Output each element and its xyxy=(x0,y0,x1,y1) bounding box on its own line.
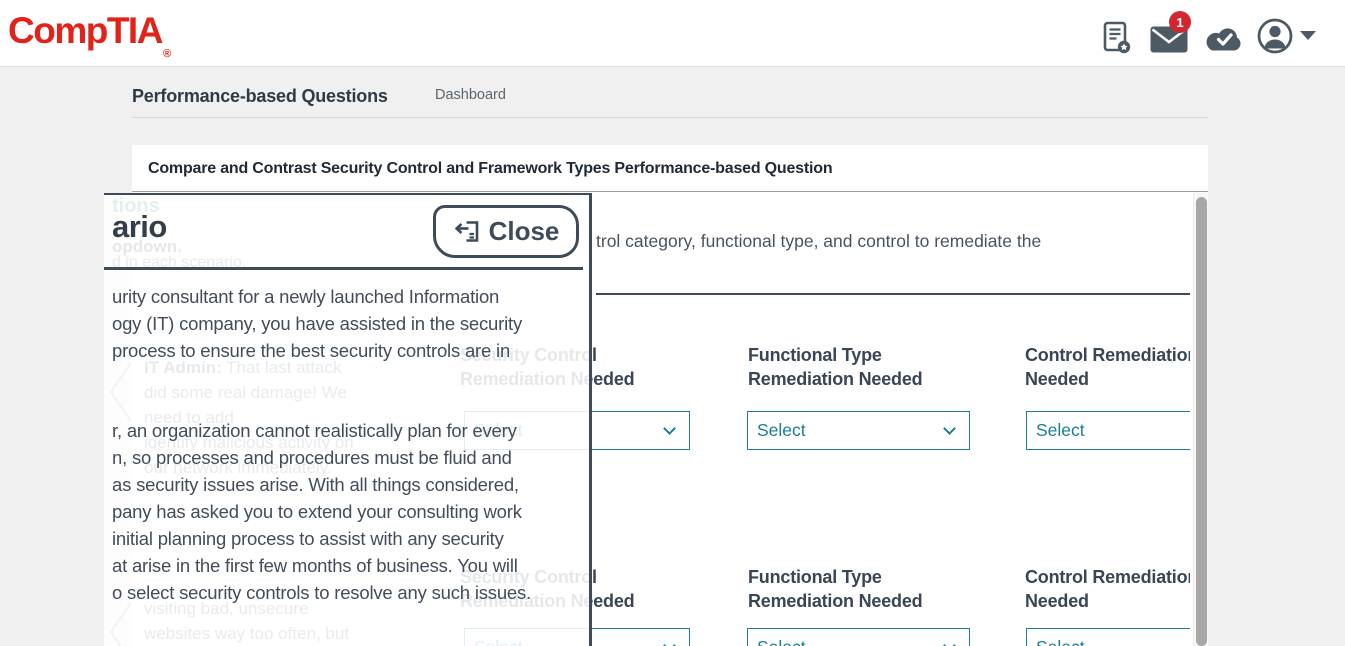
column-header-functional-type: Functional Type Remediation Needed xyxy=(748,343,922,391)
scrollbar-track[interactable] xyxy=(1193,193,1208,646)
scenario-line: process to ensure the best security cont… xyxy=(112,337,584,364)
header-line: Control Remediation xyxy=(1025,343,1190,367)
scenario-line: initial planning process to assist with … xyxy=(112,525,584,552)
close-button[interactable]: Close xyxy=(433,205,579,258)
select-dropdown-functional-type-1[interactable]: Select xyxy=(747,411,970,450)
scenario-line: n, so processes and procedures must be f… xyxy=(112,444,584,471)
scenario-modal: ario Close urity consultant for a newly … xyxy=(104,193,592,646)
scenario-modal-title: ario xyxy=(112,209,167,245)
logo-text: CompTIA xyxy=(8,10,162,51)
cloud-check-icon[interactable] xyxy=(1204,26,1244,52)
instructions-text: trol category, functional type, and cont… xyxy=(596,231,1041,252)
column-header-control-remediation: Control Remediation Needed xyxy=(1025,565,1190,613)
scenario-line: o select security controls to resolve an… xyxy=(112,579,584,606)
close-button-label: Close xyxy=(489,216,560,247)
app-header: CompTIA® 1 xyxy=(0,0,1345,67)
header-line: Functional Type xyxy=(748,565,922,589)
chevron-down-icon xyxy=(663,639,676,646)
scrollbar-thumb[interactable] xyxy=(1196,197,1207,646)
header-line: Functional Type xyxy=(748,343,922,367)
modal-header-divider xyxy=(104,267,583,270)
logo-registered-mark: ® xyxy=(163,48,170,60)
select-dropdown-control-remediation-1[interactable]: Select xyxy=(1026,411,1190,450)
select-value: Select xyxy=(1036,637,1085,646)
scenario-line: pany has asked you to extend your consul… xyxy=(112,498,584,525)
account-menu-caret[interactable] xyxy=(1300,31,1316,40)
header-line: Needed xyxy=(1025,367,1190,391)
scenario-text: urity consultant for a newly launched In… xyxy=(112,283,584,606)
scenario-line: ogy (IT) company, you have assisted in t… xyxy=(112,310,584,337)
header-line: Needed xyxy=(1025,589,1190,613)
select-dropdown-functional-type-2[interactable]: Select xyxy=(747,628,970,646)
section-divider xyxy=(596,293,1190,295)
chevron-down-icon xyxy=(943,422,956,435)
header-line: Remediation Needed xyxy=(748,589,922,613)
scenario-line: as security issues arise. With all thing… xyxy=(112,471,584,498)
chevron-down-icon xyxy=(943,639,956,646)
scenario-line: r, an organization cannot realistically … xyxy=(112,417,584,444)
question-card-title: Compare and Contrast Security Control an… xyxy=(148,160,832,178)
scenario-line: at arise in the first few months of busi… xyxy=(112,552,584,579)
card-title-divider xyxy=(132,191,1208,192)
select-value: Select xyxy=(757,637,806,646)
breadcrumb-divider xyxy=(132,117,1208,118)
chevron-down-icon xyxy=(663,422,676,435)
select-dropdown-control-remediation-2[interactable]: Select xyxy=(1026,628,1190,646)
select-value: Select xyxy=(1036,420,1085,441)
column-header-functional-type: Functional Type Remediation Needed xyxy=(748,565,922,613)
comptia-logo[interactable]: CompTIA® xyxy=(8,10,170,60)
dashboard-link[interactable]: Dashboard xyxy=(435,87,506,103)
select-value: Select xyxy=(757,420,806,441)
mail-unread-badge: 1 xyxy=(1169,11,1191,33)
avatar-icon[interactable] xyxy=(1257,18,1293,54)
page-title: Performance-based Questions xyxy=(132,86,388,107)
column-header-control-remediation: Control Remediation Needed xyxy=(1025,343,1190,391)
header-line: Remediation Needed xyxy=(748,367,922,391)
paragraph-gap xyxy=(112,364,584,417)
transcript-icon[interactable] xyxy=(1103,21,1131,54)
header-line: Control Remediation xyxy=(1025,565,1190,589)
scenario-line: urity consultant for a newly launched In… xyxy=(112,283,584,310)
exit-icon xyxy=(453,219,480,244)
screen: CompTIA® 1 Performance-based Questions xyxy=(0,0,1345,646)
